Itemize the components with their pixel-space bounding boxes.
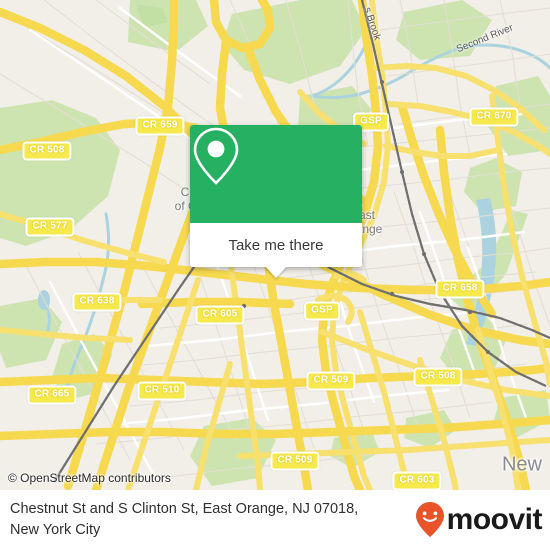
map-pin-icon [193, 127, 239, 185]
osm-attribution[interactable]: © OpenStreetMap contributors [8, 471, 171, 485]
road-shield: CR 508 [22, 141, 72, 161]
moovit-pin-logo-icon [415, 502, 444, 537]
popup-action[interactable]: Take me there [190, 223, 362, 278]
map-screenshot: .park{fill:#cde4b0;} .parkd{fill:#c2dfa4… [0, 0, 550, 550]
road-shield: CR 508 [413, 367, 463, 387]
moovit-wordmark: moovit [446, 503, 543, 536]
road-shield: GSP [304, 301, 340, 321]
road-shield: CR 605 [195, 305, 245, 325]
road-shield: CR 510 [137, 381, 187, 401]
map-canvas[interactable]: .park{fill:#cde4b0;} .parkd{fill:#c2dfa4… [0, 0, 550, 490]
road-shield: CR 577 [25, 217, 75, 237]
road-shield: CR 658 [435, 279, 485, 299]
road-shield: CR 603 [392, 471, 442, 490]
location-popup[interactable]: Take me there [190, 125, 362, 278]
road-shield: CR 638 [72, 292, 122, 312]
place-label: New [501, 453, 543, 476]
caption-line-2: New York City [10, 522, 101, 538]
location-caption: Chestnut St and S Clinton St, East Orang… [0, 499, 415, 541]
moovit-brand[interactable]: moovit [415, 501, 550, 539]
road-shield: CR 665 [27, 385, 77, 405]
popup-tail [265, 266, 287, 278]
road-shield: CR 509 [270, 451, 320, 471]
caption-line-1: Chestnut St and S Clinton St, East Orang… [10, 501, 359, 517]
road-shield: CR 509 [306, 371, 356, 391]
popup-action-label: Take me there [228, 236, 324, 254]
road-shield: CR 670 [469, 107, 519, 127]
road-shield: CR 659 [135, 116, 185, 136]
footer-bar: Chestnut St and S Clinton St, East Orang… [0, 490, 550, 550]
popup-header [190, 125, 362, 223]
